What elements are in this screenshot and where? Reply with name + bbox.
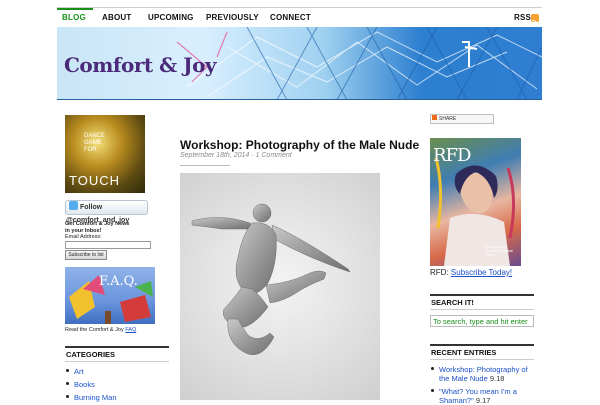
recent-entry-title[interactable]: Workshop: Photography of (439, 365, 528, 374)
recent-entry-title-cont[interactable]: Shaman?" (439, 396, 474, 405)
post-date: September 18th, 2014 (180, 152, 250, 159)
nav-item-about[interactable]: ABOUT (102, 13, 131, 22)
faq-image-text: F.A.Q. (99, 274, 138, 289)
recent-bottom-rule (430, 359, 534, 360)
bullet (66, 395, 69, 398)
rfd-magazine-cover[interactable]: RFD Contemporary Journal of Radical Faer… (430, 138, 521, 266)
post-image[interactable] (180, 173, 380, 400)
post-meta-divider (180, 165, 230, 166)
faq-image[interactable]: F.A.Q. (65, 267, 155, 324)
post-meta: September 18th, 2014 · 1 Comment (180, 152, 292, 159)
faq-caption-text: Read the Comfort & Joy (65, 327, 124, 333)
recent-entry[interactable]: "What? You mean I'm a Shaman?" 9.17 (431, 387, 517, 405)
bullet (431, 389, 434, 392)
twitter-follow-button[interactable]: Follow @comfort_and_joy (65, 200, 148, 224)
recent-entry-title[interactable]: "What? You mean I'm a (439, 387, 517, 396)
touch-promo-title: TOUCH (69, 173, 120, 188)
recent-entry-line-2: Shaman?" 9.17 (431, 396, 517, 405)
nav-item-previously[interactable]: PREVIOUSLY (206, 13, 259, 22)
rfd-label: RFD: (430, 268, 449, 277)
bullet (431, 367, 434, 370)
category-item[interactable]: Art (66, 367, 84, 376)
nav-item-connect[interactable]: CONNECT (270, 13, 311, 22)
rfd-subscribe-line: RFD: Subscribe Today! (430, 268, 512, 277)
touch-word-1: DANCE (84, 133, 106, 139)
category-item[interactable]: Burning Man (66, 393, 117, 402)
meta-separator: · (251, 152, 254, 159)
share-label: SHARE (439, 116, 457, 122)
rfd-cover-tagline: Contemporary Journal of Radical Faerie (485, 245, 514, 257)
newsletter-heading: Get Comfort & Joy News in your Inbox! (65, 221, 129, 234)
dancer-figure (191, 203, 351, 355)
recent-entry-title-cont[interactable]: the Male Nude (439, 374, 488, 383)
touch-word-3: FOR (84, 147, 97, 153)
rfd-subscribe-link[interactable]: Subscribe Today! (451, 268, 512, 277)
category-item[interactable]: Books (66, 380, 95, 389)
faq-caption: Read the Comfort & Joy FAQ (65, 327, 136, 334)
categories-title: CATEGORIES (66, 350, 116, 359)
recent-entry-date: 9.17 (475, 396, 491, 405)
newsletter-line-1: Get Comfort & Joy News (65, 221, 130, 227)
touch-word-2: GAME (84, 140, 102, 146)
bullet (66, 369, 69, 372)
recent-entry-date: 9.18 (489, 374, 505, 383)
nav-item-upcoming[interactable]: UPCOMING (148, 13, 194, 22)
categories-bottom-rule (65, 361, 169, 362)
touch-promo-small-text: DANCE GAME FOR (84, 133, 105, 154)
site-logo[interactable]: Comfort & Joy (64, 53, 217, 77)
recent-entry-line-2: the Male Nude 9.18 (431, 374, 528, 383)
post-comments-link[interactable]: 1 Comment (256, 152, 292, 159)
header-banner[interactable]: Comfort & Joy (57, 27, 542, 100)
category-label[interactable]: Burning Man (74, 393, 117, 402)
nav-item-blog[interactable]: BLOG (62, 13, 86, 22)
recent-entry[interactable]: Workshop: Photography of the Male Nude 9… (431, 365, 528, 383)
touch-promo-image[interactable]: DANCE GAME FOR TOUCH (65, 115, 145, 193)
search-bottom-rule (430, 309, 534, 310)
email-label: Email Address: (65, 234, 102, 240)
recent-entries-title: RECENT ENTRIES (431, 348, 497, 357)
category-label[interactable]: Art (74, 367, 84, 376)
rfd-cover-logo: RFD (433, 145, 471, 166)
search-top-rule (430, 294, 534, 296)
rss-link[interactable]: RSS (514, 13, 531, 22)
faq-link[interactable]: FAQ (125, 327, 136, 333)
rss-icon[interactable] (531, 14, 539, 26)
banner-divider (57, 99, 542, 100)
subscribe-button[interactable]: Subscribe to list (65, 250, 107, 260)
post-title[interactable]: Workshop: Photography of the Male Nude (180, 138, 419, 152)
search-input[interactable]: To search, type and hit enter (430, 315, 534, 327)
categories-top-rule (65, 346, 169, 348)
search-title: SEARCH IT! (431, 298, 474, 307)
share-button[interactable]: SHARE (430, 114, 494, 124)
share-icon (432, 115, 437, 120)
active-tab-indicator (57, 8, 93, 10)
twitter-bird-icon (69, 201, 78, 210)
email-field[interactable] (65, 241, 151, 249)
category-label[interactable]: Books (74, 380, 95, 389)
recent-top-rule (430, 344, 534, 346)
rss-glyph (532, 19, 539, 26)
bullet (66, 382, 69, 385)
